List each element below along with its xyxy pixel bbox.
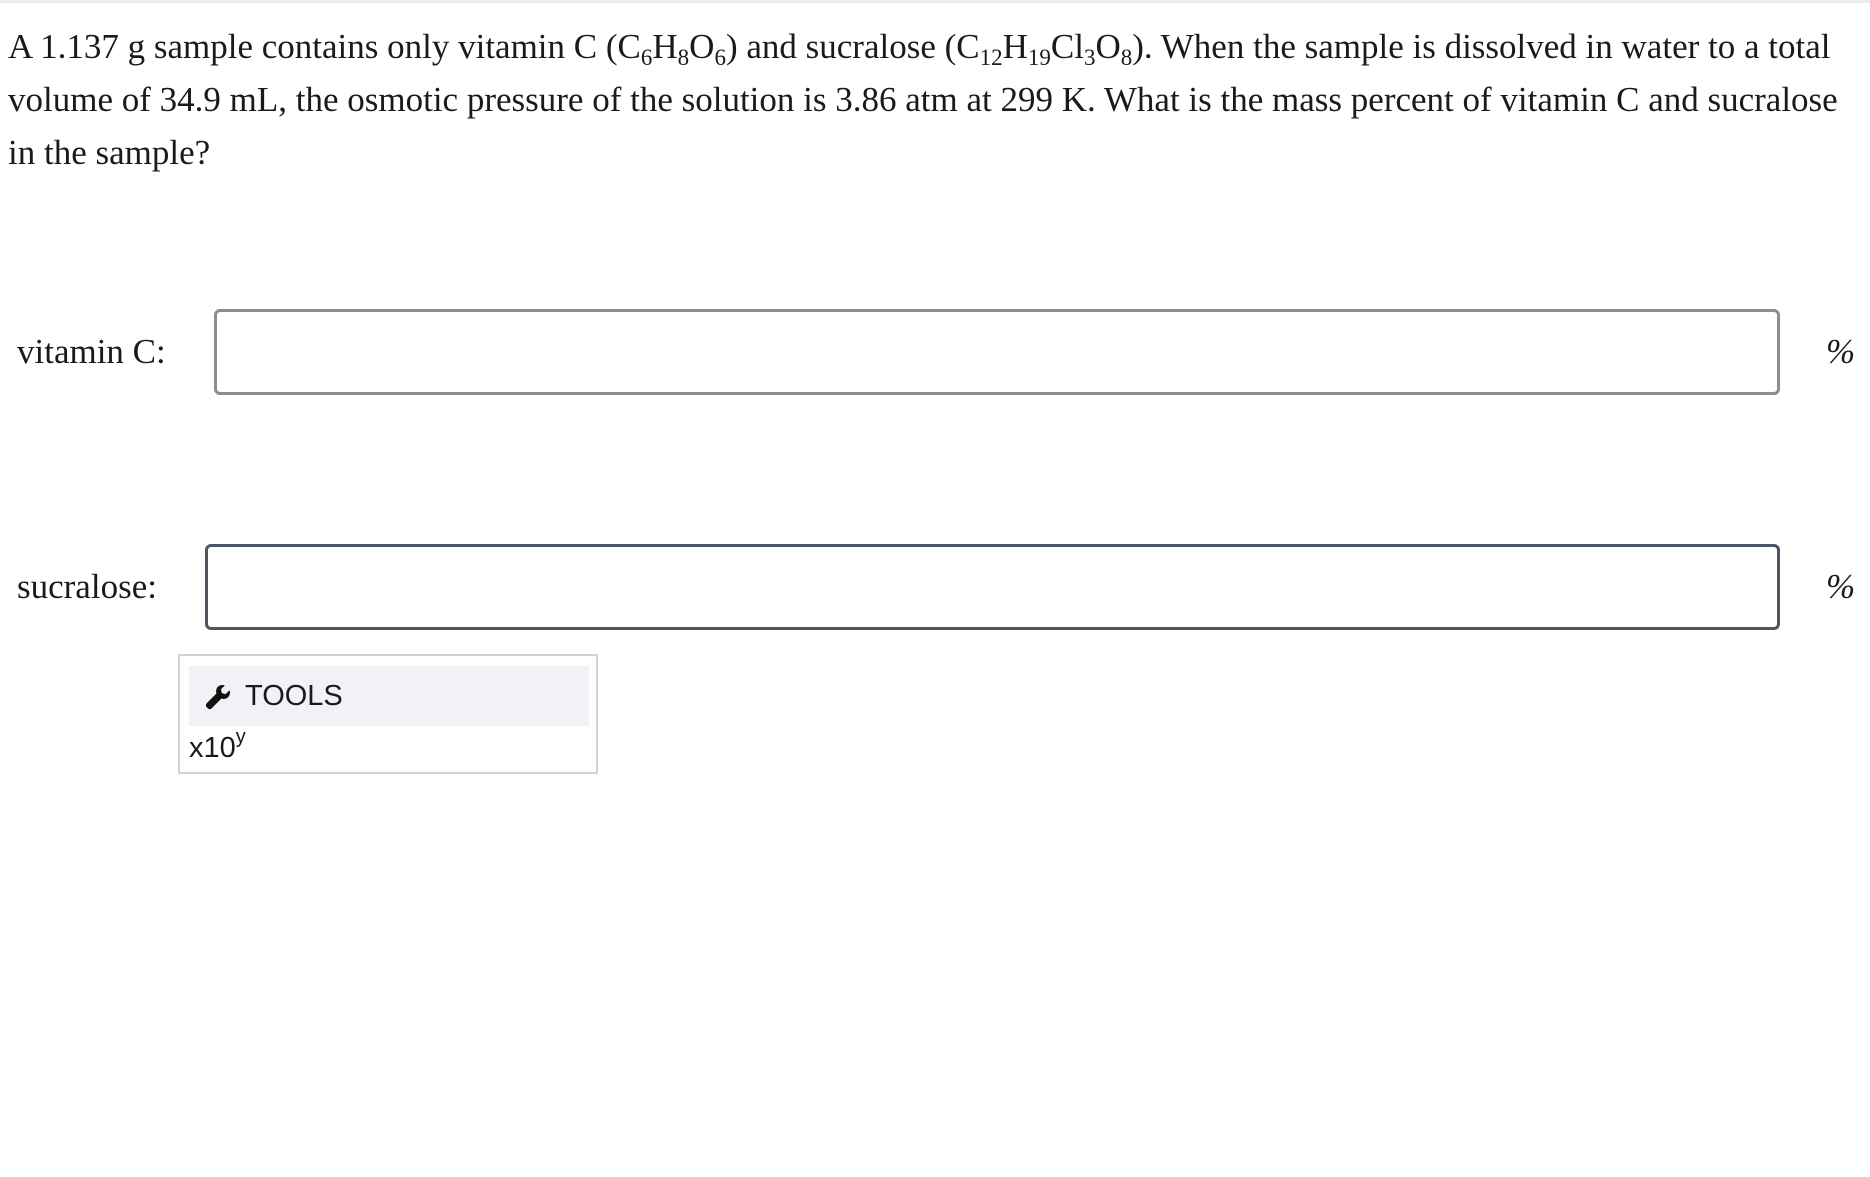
subscript: 6: [714, 45, 726, 70]
element-symbol: O: [689, 27, 715, 66]
subscript: 8: [1120, 45, 1133, 70]
vitamin-c-percent-input[interactable]: [214, 309, 1780, 395]
question-part-2: ) and sucralose (C: [725, 27, 980, 66]
element-symbol: H: [652, 27, 678, 66]
subscript: 12: [979, 45, 1003, 70]
subscript: 6: [640, 45, 653, 70]
tools-label: TOOLS: [245, 680, 343, 712]
top-divider: [0, 0, 1870, 3]
answer-row-sucralose: sucralose: %: [0, 544, 1870, 630]
subscript: 19: [1027, 45, 1051, 70]
tools-button[interactable]: TOOLS: [189, 666, 589, 726]
sci-notation-base: x10: [189, 732, 236, 764]
element-symbol: H: [1002, 27, 1028, 66]
sucralose-label: sucralose:: [17, 567, 157, 606]
percent-unit: %: [1826, 332, 1856, 371]
question-part-1: A 1.137 g sample contains only vitamin C…: [8, 27, 641, 66]
sci-notation-exponent: y: [235, 726, 246, 748]
element-symbol: O: [1095, 27, 1121, 66]
wrench-icon: [205, 685, 230, 710]
answer-row-vitamin-c: vitamin C: %: [0, 309, 1870, 395]
scientific-notation-button[interactable]: x10y: [189, 726, 246, 768]
vitamin-c-label: vitamin C:: [17, 332, 166, 371]
subscript: 3: [1083, 45, 1096, 70]
sucralose-percent-input[interactable]: [205, 544, 1780, 630]
subscript: 8: [677, 45, 690, 70]
element-symbol: Cl: [1050, 27, 1084, 66]
percent-unit: %: [1826, 567, 1856, 606]
tools-panel: TOOLS x10y: [178, 654, 598, 774]
question-text: A 1.137 g sample contains only vitamin C…: [8, 20, 1858, 179]
